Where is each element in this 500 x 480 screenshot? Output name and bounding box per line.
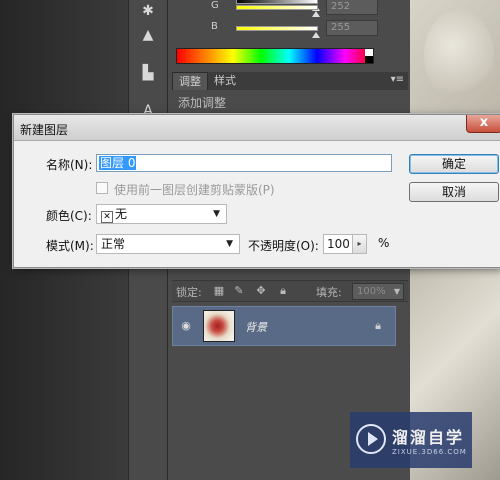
- lock-move-icon[interactable]: ✥: [254, 284, 268, 298]
- slider-letter: B: [211, 21, 218, 32]
- no-color-icon: ✕: [101, 211, 113, 223]
- slider-value[interactable]: 255: [326, 20, 378, 36]
- fill-value: 100%: [357, 286, 386, 297]
- clip-mask-label: 使用前一图层创建剪贴蒙版(P): [114, 183, 275, 197]
- slider-thumb[interactable]: [312, 32, 320, 38]
- play-logo-icon: [356, 424, 386, 454]
- adjustments-title: 添加调整: [178, 96, 227, 110]
- dialog-body: 名称(N): 图层 0 使用前一图层创建剪贴蒙版(P) 颜色(C): ✕ 无 ▼ …: [14, 141, 500, 269]
- watermark: 溜溜自学 ZIXUE.3D66.COM: [350, 412, 472, 468]
- name-input[interactable]: 图层 0: [96, 154, 392, 172]
- color-label: 颜色(C):: [46, 209, 92, 223]
- mode-value: 正常: [101, 237, 126, 251]
- new-layer-dialog: 新建图层 x 名称(N): 图层 0 使用前一图层创建剪贴蒙版(P) 颜色(C)…: [13, 114, 500, 268]
- lock-all-icon[interactable]: 🔒︎: [276, 284, 290, 298]
- layers-lock-row: 锁定: ▦ ✎ ✥ 🔒︎ 填充: 100% ▼: [172, 280, 408, 302]
- watermark-text: 溜溜自学: [392, 428, 465, 447]
- slider-letter: G: [211, 0, 219, 11]
- name-label: 名称(N):: [46, 158, 93, 172]
- slider-track[interactable]: [236, 5, 318, 10]
- fill-input[interactable]: 100% ▼: [352, 283, 404, 300]
- lock-paint-icon[interactable]: ✎: [232, 284, 246, 298]
- lock-icon: 🔒︎: [375, 319, 381, 332]
- dialog-titlebar[interactable]: 新建图层 x: [14, 115, 500, 141]
- tab-styles[interactable]: 样式: [208, 72, 242, 90]
- dialog-title: 新建图层: [20, 123, 69, 137]
- adjustments-tabs: 调整 样式 ▾≡: [172, 72, 408, 90]
- levels-icon[interactable]: ▲: [137, 24, 159, 46]
- name-value: 图层 0: [99, 156, 137, 170]
- lock-label: 锁定:: [176, 286, 202, 299]
- chevron-down-icon[interactable]: ▼: [394, 284, 400, 299]
- watermark-subtext: ZIXUE.3D66.COM: [392, 448, 467, 456]
- opacity-label: 不透明度(O):: [248, 239, 319, 253]
- cancel-button[interactable]: 取消: [409, 182, 499, 202]
- stamp-icon[interactable]: ▙: [137, 62, 159, 84]
- mode-select[interactable]: 正常 ▼: [96, 234, 240, 254]
- lock-transparent-icon[interactable]: ▦: [212, 284, 226, 298]
- color-value: 无: [115, 207, 128, 221]
- panel-menu-icon[interactable]: ▾≡: [391, 74, 404, 85]
- color-spectrum[interactable]: [176, 48, 374, 64]
- brightness-icon[interactable]: ✱: [137, 0, 159, 22]
- opacity-input[interactable]: 100: [323, 234, 353, 254]
- eye-icon[interactable]: ◉: [179, 319, 193, 333]
- slider-value[interactable]: 252: [326, 0, 378, 15]
- layer-row[interactable]: ◉ 背景 🔒︎: [172, 306, 396, 346]
- tab-adjustments[interactable]: 调整: [172, 72, 208, 90]
- mode-label: 模式(M):: [46, 239, 94, 253]
- color-slider-g[interactable]: G 252: [178, 0, 403, 17]
- layer-thumbnail: [203, 310, 235, 342]
- clip-mask-checkbox[interactable]: [96, 182, 108, 194]
- layer-name[interactable]: 背景: [245, 319, 267, 335]
- opacity-stepper[interactable]: ▸: [353, 234, 367, 254]
- color-select[interactable]: ✕ 无 ▼: [96, 204, 227, 224]
- fill-label: 填充:: [316, 286, 342, 299]
- close-button[interactable]: x: [466, 115, 500, 133]
- slider-track[interactable]: [236, 26, 318, 31]
- ok-button[interactable]: 确定: [409, 154, 499, 174]
- color-slider-b[interactable]: B 255: [178, 20, 403, 38]
- percent-label: %: [378, 236, 390, 250]
- chevron-down-icon[interactable]: ▼: [213, 205, 220, 223]
- chevron-down-icon[interactable]: ▼: [226, 235, 233, 253]
- slider-thumb[interactable]: [312, 11, 320, 17]
